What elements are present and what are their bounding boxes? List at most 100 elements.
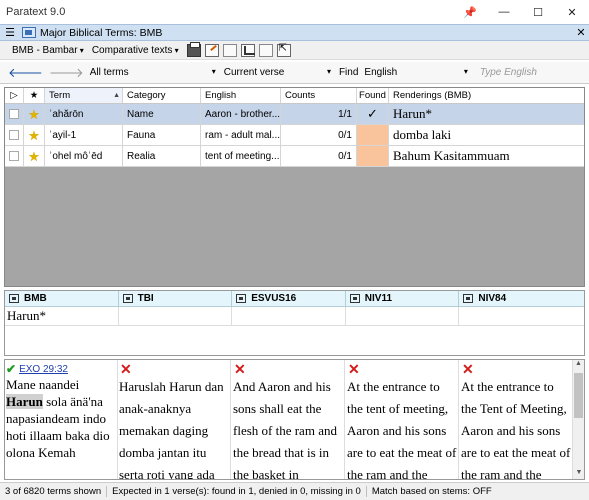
rendering-cell-bmb[interactable]: Harun* bbox=[5, 307, 119, 325]
find-language-value: English bbox=[364, 67, 398, 78]
star-column-header[interactable]: ★ bbox=[24, 88, 45, 103]
document-icon[interactable] bbox=[222, 43, 237, 57]
vertical-scrollbar[interactable]: ▲ ▼ bbox=[572, 360, 584, 479]
close-window-button[interactable]: ✕ bbox=[555, 0, 589, 24]
scrollbar-thumb[interactable] bbox=[574, 373, 583, 418]
terms-table-area: ▷ ★ Term ▲ Category English Counts Found… bbox=[4, 87, 585, 287]
not-found-x-icon: ✕ bbox=[348, 360, 360, 377]
scroll-up-icon[interactable]: ▲ bbox=[573, 360, 584, 372]
back-arrow-icon[interactable]: 🡐 bbox=[8, 65, 43, 81]
popout-icon[interactable] bbox=[276, 43, 291, 57]
verse-filter-dropdown[interactable]: Current verse ▾ bbox=[224, 65, 333, 81]
find-input[interactable]: Type English bbox=[476, 65, 589, 81]
table-row[interactable]: ★ ʾayil-1 Fauna ram - adult mal... 0/1 d… bbox=[5, 125, 584, 146]
star-icon[interactable]: ★ bbox=[28, 150, 40, 163]
note-checkbox[interactable] bbox=[9, 109, 19, 119]
verse-filter-value: Current verse bbox=[223, 67, 285, 78]
english-column-header[interactable]: English bbox=[201, 88, 281, 103]
not-found-x-icon: ✕ bbox=[234, 360, 246, 377]
found-column-header[interactable]: Found bbox=[357, 88, 389, 103]
column-header-niv84[interactable]: NIV84 bbox=[459, 291, 573, 306]
column-label: ESVUS16 bbox=[251, 293, 297, 304]
flag-column-header[interactable]: ▷ bbox=[5, 88, 24, 103]
verse-text-bmb: Mane naandei Harun sola änä'na napasiand… bbox=[6, 376, 116, 461]
verse-status: ✕ bbox=[233, 360, 343, 377]
verse-text-tbi: Haruslah Harun dan anak-anaknya memakan … bbox=[119, 379, 224, 480]
panel-header: ☰ Major Biblical Terms: BMB ✕ bbox=[0, 24, 589, 41]
verse-texts-pane: ✔ EXO 29:32 Mane naandei Harun sola änä'… bbox=[4, 359, 585, 480]
panel-window-icon bbox=[22, 27, 36, 38]
comparative-texts-menu[interactable]: Comparative texts bbox=[92, 45, 179, 56]
column-header-tbi[interactable]: TBI bbox=[119, 291, 233, 306]
note-checkbox[interactable] bbox=[9, 151, 19, 161]
row-note-cell[interactable] bbox=[5, 146, 24, 166]
english-cell: tent of meeting... bbox=[201, 146, 281, 166]
image-icon[interactable] bbox=[258, 43, 273, 57]
panel-title: Major Biblical Terms: BMB bbox=[40, 26, 163, 39]
category-cell: Name bbox=[123, 104, 201, 124]
rendering-cell-esvus16[interactable] bbox=[232, 307, 346, 325]
maximize-button[interactable]: ☐ bbox=[521, 0, 555, 24]
project-menu[interactable]: BMB - Bambar bbox=[12, 45, 84, 56]
verse-text-part: Mane naandei bbox=[6, 377, 80, 392]
column-header-niv11[interactable]: NIV11 bbox=[346, 291, 460, 306]
match-stems-status[interactable]: Match based on stems: OFF bbox=[367, 486, 497, 497]
filter-toolbar: 🡐 🡒 All terms ▾ Current verse ▾ Find Eng… bbox=[0, 62, 589, 84]
found-cell bbox=[357, 146, 389, 166]
row-star-cell[interactable]: ★ bbox=[24, 125, 45, 145]
renderings-cell[interactable]: Harun* bbox=[389, 104, 584, 124]
category-cell: Realia bbox=[123, 146, 201, 166]
star-icon[interactable]: ★ bbox=[28, 108, 40, 121]
find-label: Find bbox=[338, 67, 359, 78]
minimize-button[interactable]: — bbox=[487, 0, 521, 24]
text-column-esvus16: ✕ And Aaron and his sons shall eat the f… bbox=[232, 360, 345, 479]
rendering-cell-tbi[interactable] bbox=[119, 307, 233, 325]
counts-column-header[interactable]: Counts bbox=[281, 88, 357, 103]
renderings-grid-header: BMB TBI ESVUS16 NIV11 NIV84 bbox=[5, 291, 584, 307]
scroll-down-icon[interactable]: ▼ bbox=[573, 469, 584, 479]
highlighted-term[interactable]: Harun bbox=[6, 394, 43, 409]
pin-icon[interactable]: 📌 bbox=[453, 0, 487, 24]
find-language-dropdown[interactable]: English ▾ bbox=[364, 65, 469, 81]
counts-cell: 1/1 bbox=[281, 104, 357, 124]
english-cell: Aaron - brother... bbox=[201, 104, 281, 124]
column-header-bmb[interactable]: BMB bbox=[5, 291, 119, 306]
column-label: NIV84 bbox=[478, 293, 507, 304]
renderings-cell[interactable]: domba laki bbox=[389, 125, 584, 145]
edit-icon[interactable] bbox=[204, 43, 219, 57]
hamburger-menu-icon[interactable]: ☰ bbox=[2, 26, 18, 39]
english-cell: ram - adult mal... bbox=[201, 125, 281, 145]
terms-table-header: ▷ ★ Term ▲ Category English Counts Found… bbox=[5, 88, 584, 104]
row-note-cell[interactable] bbox=[5, 104, 24, 124]
category-column-header[interactable]: Category bbox=[123, 88, 201, 103]
found-cell: ✓ bbox=[357, 104, 389, 124]
row-note-cell[interactable] bbox=[5, 125, 24, 145]
table-row[interactable]: ★ ʾahărōn Name Aaron - brother... 1/1 ✓ … bbox=[5, 104, 584, 125]
text-column-niv11: ✕ At the entrance to the tent of meeting… bbox=[346, 360, 459, 479]
row-star-cell[interactable]: ★ bbox=[24, 104, 45, 124]
forward-arrow-icon[interactable]: 🡒 bbox=[49, 65, 84, 81]
not-found-x-icon: ✕ bbox=[462, 360, 474, 377]
print-icon[interactable] bbox=[186, 41, 201, 57]
star-icon[interactable]: ★ bbox=[28, 129, 40, 142]
column-header-esvus16[interactable]: ESVUS16 bbox=[232, 291, 346, 306]
terms-filter-dropdown[interactable]: All terms ▾ bbox=[90, 65, 218, 81]
rendering-cell-niv11[interactable] bbox=[346, 307, 460, 325]
note-checkbox[interactable] bbox=[9, 130, 19, 140]
verse-reference-link[interactable]: EXO 29:32 bbox=[19, 364, 68, 375]
column-label: NIV11 bbox=[364, 293, 393, 304]
row-star-cell[interactable]: ★ bbox=[24, 146, 45, 166]
text-icon bbox=[463, 294, 474, 303]
term-cell: ʾahărōn bbox=[45, 104, 123, 124]
renderings-row: Harun* bbox=[5, 307, 584, 326]
renderings-cell[interactable]: Bahum Kasitammuam bbox=[389, 146, 584, 166]
rendering-cell-niv84[interactable] bbox=[459, 307, 573, 325]
renderings-column-header[interactable]: Renderings (BMB) bbox=[389, 88, 584, 103]
close-panel-button[interactable]: ✕ bbox=[573, 26, 589, 39]
term-column-header[interactable]: Term ▲ bbox=[45, 88, 123, 103]
renderings-grid: BMB TBI ESVUS16 NIV11 NIV84 Harun* bbox=[4, 290, 585, 356]
text-column-tbi: ✕ Haruslah Harun dan anak-anaknya memaka… bbox=[118, 360, 231, 480]
table-row[interactable]: ★ ʾohel môʿēd Realia tent of meeting... … bbox=[5, 146, 584, 167]
term-header-label: Term bbox=[49, 90, 71, 101]
chart-icon[interactable] bbox=[240, 43, 255, 57]
